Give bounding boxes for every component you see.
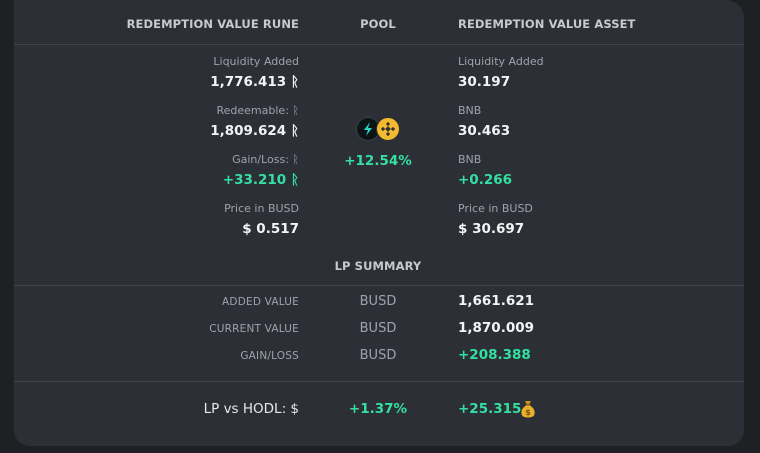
hodl-label: LP vs HODL: $ [203, 401, 299, 417]
bnb-icon [376, 117, 400, 141]
summary-current-value: 1,870.009 [458, 320, 535, 336]
asset-liquidity-label: Liquidity Added [458, 55, 544, 68]
header-divider [14, 44, 744, 45]
asset-bnb-value: 30.463 [458, 123, 511, 139]
hodl-percent: +1.37% [348, 401, 408, 417]
rune-price-label: Price in BUSD [224, 202, 299, 215]
asset-bnb-label: BNB [458, 104, 482, 117]
rune-redeemable-value: 1,809.624 ᚱ [210, 123, 299, 139]
header-pool: POOL [360, 17, 396, 31]
redemption-card: REDEMPTION VALUE RUNE POOL REDEMPTION VA… [14, 0, 744, 446]
summary-gain-unit: BUSD [359, 348, 397, 363]
svg-text:$: $ [525, 408, 531, 417]
summary-gain-label: GAIN/LOSS [240, 350, 299, 362]
rune-gain-value: +33.210 ᚱ [222, 172, 299, 188]
summary-divider [14, 285, 744, 286]
summary-added-unit: BUSD [359, 294, 397, 309]
lp-summary-title: LP SUMMARY [334, 259, 422, 273]
asset-gain-label: BNB [458, 153, 482, 166]
summary-current-unit: BUSD [359, 321, 397, 336]
pool-change-value: +12.54% [344, 153, 412, 169]
asset-price-value: $ 30.697 [458, 221, 525, 237]
summary-gain-value: +208.388 [458, 347, 531, 363]
money-bag-icon: $ [520, 400, 536, 418]
rune-gain-label: Gain/Loss: ᚱ [232, 153, 299, 166]
rune-redeemable-label: Redeemable: ᚱ [216, 104, 300, 117]
rune-liquidity-label: Liquidity Added [213, 55, 299, 68]
asset-liquidity-value: 30.197 [458, 74, 511, 90]
rune-price-value: $ 0.517 [242, 221, 299, 237]
asset-price-label: Price in BUSD [458, 202, 533, 215]
rune-liquidity-value: 1,776.413 ᚱ [210, 74, 299, 90]
hodl-value: +25.315 [458, 401, 522, 417]
summary-added-label: ADDED VALUE [222, 296, 299, 308]
asset-gain-value: +0.266 [458, 172, 513, 188]
header-rune: REDEMPTION VALUE RUNE [126, 17, 299, 31]
summary-current-label: CURRENT VALUE [209, 323, 299, 335]
header-asset: REDEMPTION VALUE ASSET [458, 17, 636, 31]
summary-added-value: 1,661.621 [458, 293, 535, 309]
hodl-divider [14, 381, 744, 382]
